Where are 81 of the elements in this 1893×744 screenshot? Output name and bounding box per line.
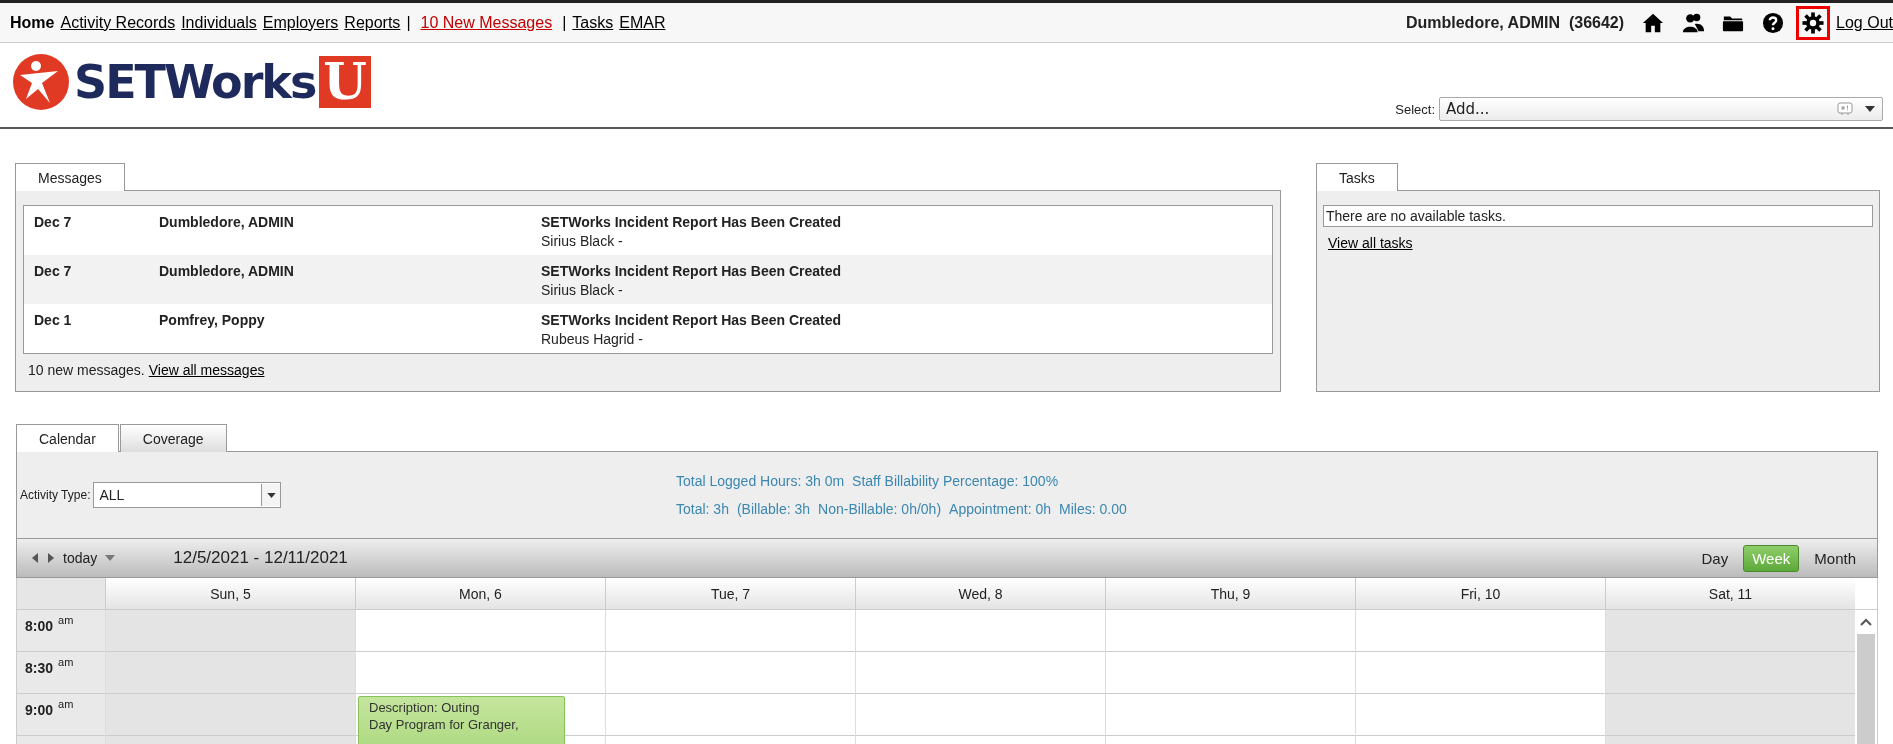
day-column[interactable] [605, 610, 855, 744]
message-date: Dec 7 [34, 263, 73, 281]
time-label: 9:00 [25, 702, 54, 718]
day-header: Wed, 8 [855, 578, 1105, 609]
message-sender: Dumbledore, ADMIN [159, 214, 295, 232]
help-icon [1762, 11, 1785, 34]
nav-link[interactable]: Employers [262, 13, 339, 32]
message-date: Dec 1 [34, 312, 73, 330]
today-button[interactable]: today [63, 550, 98, 566]
nav-link[interactable]: 10 New Messages [420, 13, 553, 32]
nav-link[interactable]: Tasks [572, 13, 614, 32]
settings-button[interactable] [1796, 5, 1831, 40]
settings-icon [1802, 11, 1825, 34]
caret-icon [1865, 106, 1875, 112]
message-detail: Sirius Black - [541, 233, 624, 249]
user-name: Dumbledore, ADMIN (36642) [1405, 13, 1625, 32]
nav-link[interactable]: EMAR [619, 13, 666, 32]
scroll-thumb[interactable] [1857, 634, 1875, 744]
time-suffix: am [58, 698, 74, 710]
select-label: Select: [1395, 101, 1435, 117]
day-header: Tue, 7 [605, 578, 855, 609]
time-label: 8:00 [25, 618, 54, 634]
day-column[interactable] [1105, 610, 1355, 744]
logo-text: SETWorks [74, 55, 316, 109]
tab[interactable]: Coverage [119, 424, 227, 452]
day-header: Mon, 6 [355, 578, 605, 609]
day-header: Thu, 9 [1105, 578, 1355, 609]
day-column[interactable] [1355, 610, 1605, 744]
message-subject[interactable]: SETWorks Incident Report Has Been Created [541, 312, 842, 328]
message-detail: Rubeus Hagrid - [541, 331, 644, 347]
calendar-event[interactable]: Description: Outing Day Program for Granger, [358, 696, 565, 744]
activity-type-label: Activity Type: [20, 488, 91, 502]
view-all-tasks-link[interactable]: View all tasks [1328, 235, 1413, 251]
empty-tasks-message: There are no available tasks. [1323, 205, 1873, 227]
day-column[interactable]: Description: Outing Day Program for Granger, [355, 610, 605, 744]
separator-text: | [562, 13, 567, 32]
tag-icon [1837, 102, 1853, 116]
time-suffix: am [58, 614, 74, 626]
nav-link[interactable]: Home [10, 13, 55, 32]
add-dropdown[interactable]: Add... [1439, 97, 1883, 121]
scroll-up-icon[interactable] [1860, 618, 1872, 626]
tab[interactable]: Messages [15, 163, 125, 191]
view-all-messages-link[interactable]: View all messages [148, 362, 265, 378]
separator-text: | [406, 13, 411, 32]
view-button[interactable]: Month [1805, 544, 1865, 572]
nav-link[interactable]: Activity Records [60, 13, 176, 32]
date-range: 12/5/2021 - 12/11/2021 [173, 548, 348, 568]
tab[interactable]: Calendar [16, 424, 119, 452]
nav-link[interactable]: Reports [344, 13, 401, 32]
day-header: Fri, 10 [1355, 578, 1605, 609]
view-button[interactable]: Day [1692, 544, 1738, 572]
summary-text: Miles: 0.00 [1059, 501, 1127, 517]
day-column[interactable] [855, 610, 1105, 744]
nav-link[interactable]: Individuals [181, 13, 257, 32]
people-icon [1682, 11, 1705, 34]
logo-figure-icon [12, 53, 70, 111]
home-icon [1642, 11, 1665, 34]
summary-text: (Billable: 3h [736, 501, 811, 517]
message-detail: Sirius Black - [541, 282, 624, 298]
message-date: Dec 7 [34, 214, 73, 232]
summary-text: Staff Billability Percentage: 100% [852, 473, 1059, 489]
summary-text: Non-Billable: 0h/0h) [818, 501, 942, 517]
message-sender: Pomfrey, Poppy [159, 312, 266, 330]
next-arrow-icon[interactable] [47, 553, 55, 563]
message-subject[interactable]: SETWorks Incident Report Has Been Created [541, 214, 842, 230]
message-sender: Dumbledore, ADMIN [159, 263, 295, 281]
summary-text: Total Logged Hours: 3h 0m [676, 473, 845, 489]
logout-link[interactable]: Log Out [1836, 13, 1893, 32]
message-count: 10 new messages. [28, 362, 145, 378]
caret-icon [267, 492, 276, 498]
summary-text: Total: 3h [676, 501, 729, 517]
activity-type-dropdown[interactable]: ALL [93, 482, 282, 508]
logo-letter: U [319, 56, 371, 108]
message-subject[interactable]: SETWorks Incident Report Has Been Created [541, 263, 842, 279]
day-header: Sun, 5 [105, 578, 355, 609]
time-suffix: am [58, 656, 74, 668]
prev-arrow-icon[interactable] [31, 553, 39, 563]
summary-text: Appointment: 0h [949, 501, 1052, 517]
time-label: 8:30 [25, 660, 54, 676]
tab[interactable]: Tasks [1316, 163, 1398, 191]
caret-icon[interactable] [105, 555, 116, 561]
